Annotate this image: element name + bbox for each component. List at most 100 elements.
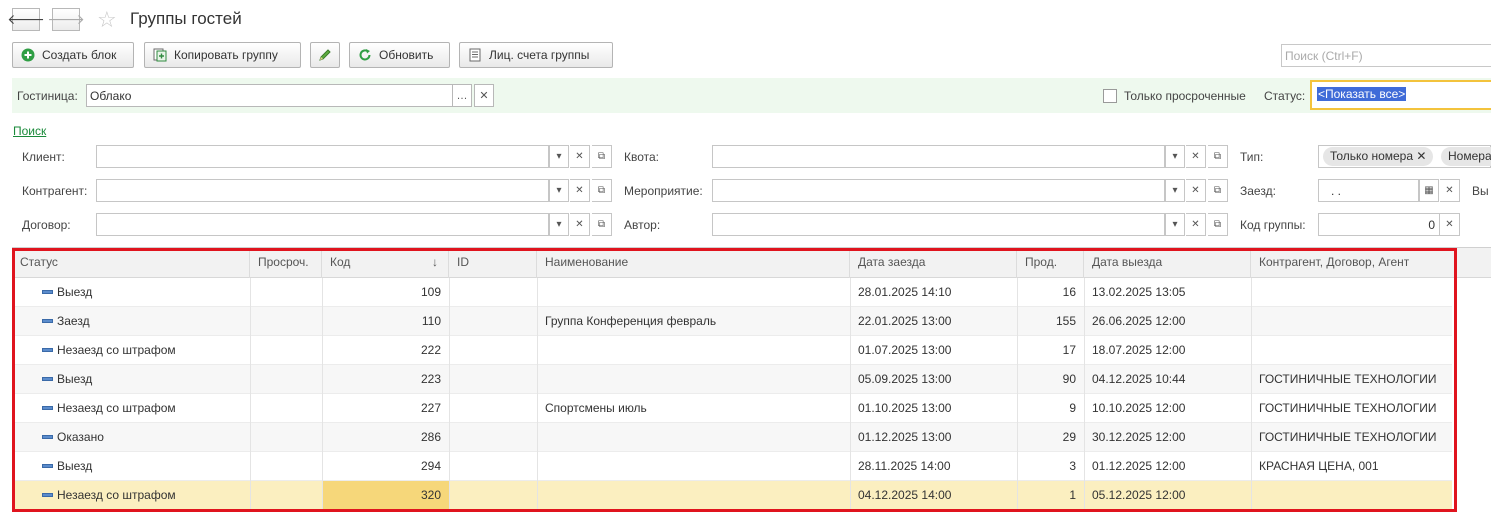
back-button[interactable]: 🡐	[7, 8, 45, 31]
contractor-clear-button[interactable]: ✕	[570, 179, 590, 202]
author-field[interactable]	[712, 213, 1165, 236]
contract-label: Договор:	[22, 218, 71, 232]
cell-status: Выезд	[57, 285, 93, 299]
search-input[interactable]: Поиск (Ctrl+F)	[1281, 44, 1491, 67]
cell-overdue	[250, 481, 322, 510]
cell-checkin: 01.07.2025 13:00	[858, 343, 952, 357]
client-label: Клиент:	[22, 150, 65, 164]
table-row[interactable]: Заезд 110 Группа Конференция февраль 22.01.…	[12, 307, 1452, 336]
favorite-star-icon[interactable]: ☆	[97, 8, 117, 32]
cell-id	[449, 423, 537, 452]
contract-field[interactable]	[96, 213, 549, 236]
group-code-field[interactable]: 0	[1318, 213, 1440, 236]
column-checkout[interactable]: Дата выезда	[1084, 248, 1251, 278]
refresh-button[interactable]: Обновить	[349, 42, 450, 68]
table-row[interactable]: Незаезд со штрафом 227 Спортсмены июль 01.1…	[12, 394, 1452, 423]
quota-dropdown-button[interactable]: ▾	[1165, 145, 1185, 168]
cell-code: 223	[420, 372, 441, 386]
type-tag-rooms[interactable]: Номера	[1441, 147, 1491, 166]
hotel-select-button[interactable]: …	[452, 84, 472, 107]
open-window-icon: ⧉	[1213, 185, 1222, 196]
column-code[interactable]: Код ↓	[322, 248, 449, 278]
cell-code: 294	[420, 459, 441, 473]
close-icon: ✕	[575, 219, 584, 230]
cell-name: Спортсмены июль	[545, 401, 647, 415]
table-row[interactable]: Выезд 223 05.09.2025 13:00 90 04.12.2025 10:…	[12, 365, 1452, 394]
event-field[interactable]	[712, 179, 1165, 202]
cell-duration: 17	[1062, 343, 1076, 357]
author-clear-button[interactable]: ✕	[1186, 213, 1206, 236]
author-label: Автор:	[624, 218, 661, 232]
forward-button[interactable]: 🡒	[47, 8, 85, 31]
page-title: Группы гостей	[130, 9, 242, 28]
cell-duration: 29	[1062, 430, 1076, 444]
column-id[interactable]: ID	[449, 248, 537, 278]
table-row[interactable]: Выезд 294 28.11.2025 14:00 3 01.12.2025 12:0…	[12, 452, 1452, 481]
edit-button[interactable]	[310, 42, 340, 68]
cell-contractor	[1251, 307, 1461, 336]
open-window-icon: ⧉	[597, 219, 606, 230]
contract-dropdown-button[interactable]: ▾	[549, 213, 569, 236]
column-name[interactable]: Наименование	[537, 248, 850, 278]
column-duration[interactable]: Прод.	[1017, 248, 1084, 278]
cell-contractor	[1251, 481, 1461, 510]
hotel-field[interactable]: Облако	[86, 84, 453, 107]
event-clear-button[interactable]: ✕	[1186, 179, 1206, 202]
cell-duration: 90	[1062, 372, 1076, 386]
checkin-clear-button[interactable]: ✕	[1440, 179, 1460, 202]
search-link[interactable]: Поиск	[13, 124, 46, 138]
group-accounts-label: Лиц. счета группы	[489, 48, 590, 62]
overdue-only-checkbox[interactable]	[1103, 89, 1117, 103]
cell-duration: 1	[1069, 488, 1076, 502]
contractor-field[interactable]	[96, 179, 549, 202]
author-open-button[interactable]: ⧉	[1208, 213, 1228, 236]
checkin-calendar-button[interactable]: ▦	[1419, 179, 1439, 202]
cell-name	[537, 452, 850, 481]
quota-clear-button[interactable]: ✕	[1186, 145, 1206, 168]
contract-clear-button[interactable]: ✕	[570, 213, 590, 236]
cell-duration: 16	[1062, 285, 1076, 299]
create-block-button[interactable]: Создать блок	[12, 42, 134, 68]
client-clear-button[interactable]: ✕	[570, 145, 590, 168]
type-tag-rooms-only[interactable]: Только номера ✕	[1323, 147, 1434, 166]
client-open-button[interactable]: ⧉	[592, 145, 612, 168]
cell-contractor: ГОСТИНИЧНЫЕ ТЕХНОЛОГИИ	[1259, 430, 1437, 444]
client-field[interactable]	[96, 145, 549, 168]
table-row[interactable]: Выезд 109 28.01.2025 14:10 16 13.02.2025 13:…	[12, 278, 1452, 307]
create-block-label: Создать блок	[42, 48, 117, 62]
client-dropdown-button[interactable]: ▾	[549, 145, 569, 168]
cell-checkin: 22.01.2025 13:00	[858, 314, 952, 328]
quota-field[interactable]	[712, 145, 1165, 168]
quota-open-button[interactable]: ⧉	[1208, 145, 1228, 168]
event-dropdown-button[interactable]: ▾	[1165, 179, 1185, 202]
table-row[interactable]: Оказано 286 01.12.2025 13:00 29 30.12.2025 1…	[12, 423, 1452, 452]
close-icon: ✕	[1191, 151, 1200, 162]
column-contractor[interactable]: Контрагент, Договор, Агент	[1251, 248, 1491, 278]
author-dropdown-button[interactable]: ▾	[1165, 213, 1185, 236]
group-code-clear-button[interactable]: ✕	[1440, 213, 1460, 236]
type-tag-label: Только номера	[1330, 149, 1414, 163]
group-accounts-button[interactable]: Лиц. счета группы	[459, 42, 613, 68]
column-status[interactable]: Статус	[12, 248, 250, 278]
table-row[interactable]: Незаезд со штрафом 222 01.07.2025 13:00 17 1…	[12, 336, 1452, 365]
column-checkin[interactable]: Дата заезда	[850, 248, 1017, 278]
cell-status: Выезд	[57, 372, 93, 386]
cell-contractor: ГОСТИНИЧНЫЕ ТЕХНОЛОГИИ	[1259, 372, 1437, 386]
hotel-clear-button[interactable]: ✕	[474, 84, 494, 107]
cell-contractor	[1251, 336, 1461, 365]
checkin-label: Заезд:	[1240, 184, 1276, 198]
status-field[interactable]: <Показать все>	[1310, 80, 1491, 110]
remove-tag-icon[interactable]: ✕	[1416, 149, 1426, 163]
cell-status: Заезд	[57, 314, 90, 328]
table-row[interactable]: Незаезд со штрафом 320 04.12.2025 14:00 1 05…	[12, 481, 1452, 510]
plus-circle-icon	[21, 48, 35, 62]
copy-group-button[interactable]: Копировать группу	[144, 42, 301, 68]
refresh-icon	[358, 48, 372, 62]
event-open-button[interactable]: ⧉	[1208, 179, 1228, 202]
contractor-open-button[interactable]: ⧉	[592, 179, 612, 202]
cell-checkin: 28.11.2025 14:00	[858, 459, 951, 473]
contractor-dropdown-button[interactable]: ▾	[549, 179, 569, 202]
checkin-date-field[interactable]: . .	[1318, 179, 1419, 202]
column-overdue[interactable]: Просроч.	[250, 248, 322, 278]
contract-open-button[interactable]: ⧉	[592, 213, 612, 236]
